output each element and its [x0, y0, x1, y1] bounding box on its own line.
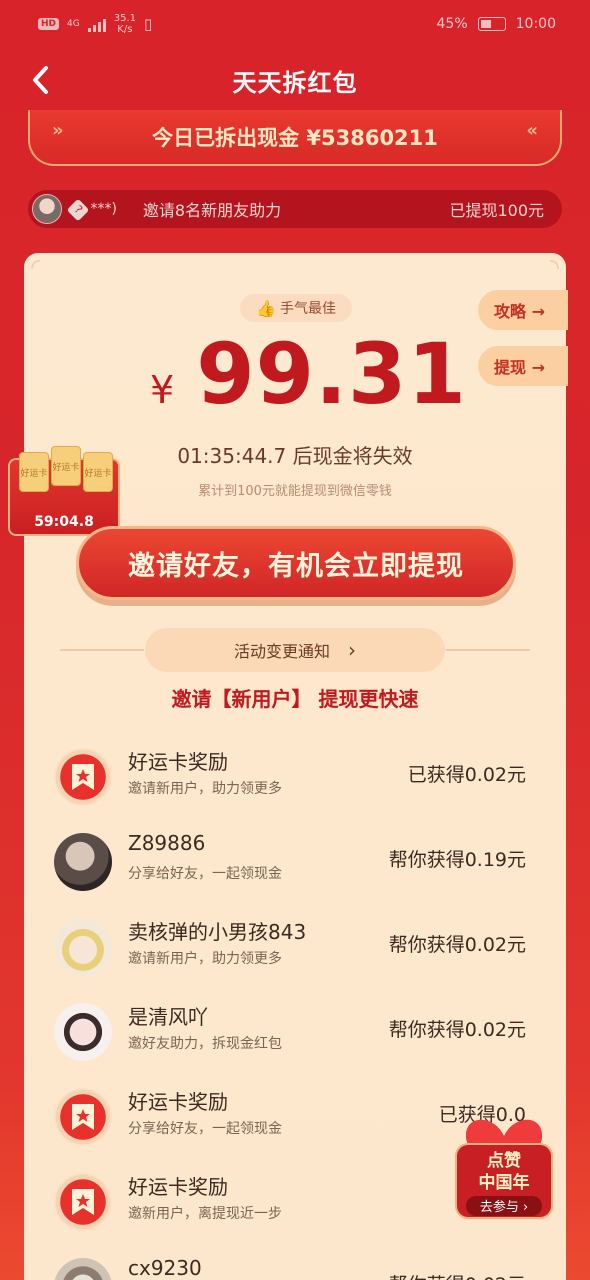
amount-value: 99.31 [196, 325, 467, 423]
list-item-reward: 已获得0.02元 [407, 764, 526, 786]
list-item-desc: 邀请新用户，助力领更多 [128, 951, 282, 967]
clock: 10:00 [515, 16, 556, 32]
network-label: 4G [67, 19, 80, 29]
avatar [54, 1258, 112, 1280]
best-luck-badge: 👍 手气最佳 [240, 294, 352, 322]
battery-percent: 45% [436, 16, 468, 32]
chevron-left-icon [33, 66, 48, 94]
list-item-name: 好运卡奖励 [128, 1175, 228, 1199]
avatar [54, 918, 112, 976]
list-item: Z89886 分享给好友，一起领现金 帮你获得0.19元 [54, 825, 534, 895]
list-item: 好运卡奖励邀请新用户，助力领更多 已获得0.02元 [54, 740, 534, 810]
status-bar: HD 4G 35.1 K/s ▯ 45% 10:00 [0, 0, 590, 48]
thumbs-up-icon: 👍 [256, 298, 276, 318]
chevron-left-deco-icon: « [526, 120, 538, 141]
list-item-reward: 帮你获得0.02元 [389, 1270, 526, 1280]
cash-total-text: 今日已拆出现金 ¥53860211 [152, 126, 438, 150]
list-item-desc: 邀新用户，离提现近一步 [128, 1206, 282, 1222]
list-item: cx9230 帮你获得0.02元 [54, 1250, 534, 1280]
ticker-withdrawn: 已提现100元 [449, 201, 544, 220]
page-title: 天天拆红包 [232, 68, 358, 97]
list-item-reward: 帮你获得0.02元 [388, 934, 526, 956]
list-item-name: 卖核弹的小男孩843 [128, 920, 307, 944]
star-badge-icon [54, 1088, 112, 1146]
card-corner-deco-icon [31, 260, 559, 270]
luck-card-icon: 好运卡 [51, 446, 81, 486]
list-item-name: 好运卡奖励 [128, 750, 228, 774]
avatar [54, 1003, 112, 1061]
section-title: 邀请【新用户】 提现更快速 [171, 687, 419, 711]
luck-card-icon: 好运卡 [19, 452, 49, 492]
withdraw-button[interactable]: 提现 → [478, 346, 568, 386]
divider [446, 649, 530, 651]
hd-icon: HD [38, 18, 60, 30]
divider [60, 649, 144, 651]
promo-line2: 中国年 [478, 1173, 530, 1193]
notice-label: 活动变更通知 [233, 642, 330, 661]
strategy-button[interactable]: 攻略 → [478, 290, 568, 330]
avatar [32, 194, 62, 224]
list-item-desc: 邀好友助力，拆现金红包 [128, 1036, 282, 1052]
list-item-desc: 分享给好友，一起领现金 [128, 866, 282, 882]
list-item-reward: 帮你获得0.19元 [388, 849, 526, 871]
activity-ticker: ? ***) 邀请8名新朋友助力 已提现100元 [28, 190, 562, 228]
list-item-reward: 帮你获得0.02元 [388, 1019, 526, 1041]
ticker-message: 邀请8名新朋友助力 [142, 201, 282, 220]
back-button[interactable] [22, 62, 58, 98]
star-badge-icon [54, 748, 112, 806]
list-item-name: 是清风吖 [128, 1005, 208, 1029]
promo-float[interactable]: 点赞 中国年 去参与 › [444, 1096, 564, 1226]
battery-fill [480, 20, 492, 28]
list-item-desc: 分享给好友，一起领现金 [128, 1121, 282, 1137]
invite-friends-button[interactable]: 邀请好友，有机会立即提现 [76, 526, 516, 600]
cash-amount: ¥ 99.31 [150, 325, 467, 423]
luck-card-icon: 好运卡 [83, 452, 113, 492]
battery-icon [477, 17, 506, 31]
list-item-name: 好运卡奖励 [128, 1090, 228, 1114]
ticker-user-name: ? ***) [66, 198, 117, 221]
cash-total-banner: » 今日已拆出现金 ¥53860211 « [28, 110, 562, 166]
signal-icon [87, 16, 106, 32]
chevron-right-deco-icon: » [52, 120, 64, 141]
network-speed: 35.1 K/s [113, 13, 136, 35]
envelope-cards: 好运卡 好运卡 好运卡 [16, 446, 116, 496]
star-badge-icon [54, 1173, 112, 1231]
best-luck-label: 手气最佳 [279, 301, 336, 317]
chevron-right-icon: › [348, 638, 356, 662]
list-item-desc: 邀请新用户，助力领更多 [128, 781, 282, 797]
list-item-name: cx9230 [128, 1256, 202, 1280]
currency-symbol: ¥ [150, 368, 175, 412]
list-item: 是清风吖邀好友助力，拆现金红包 帮你获得0.02元 [54, 995, 534, 1065]
nav-bar: 天天拆红包 [0, 48, 590, 112]
activity-notice-button[interactable]: 活动变更通知 › [145, 628, 445, 672]
unknown-char-icon: ? [66, 198, 90, 221]
vibrate-icon: ▯ [143, 15, 153, 33]
floating-envelope[interactable]: 好运卡 好运卡 好运卡 59:04.8 [8, 446, 120, 536]
promo-cta: 去参与 › [479, 1200, 529, 1215]
list-item-name: Z89886 [128, 831, 206, 855]
avatar [54, 833, 112, 891]
list-item: 卖核弹的小男孩843 邀请新用户，助力领更多 帮你获得0.02元 [54, 910, 534, 980]
